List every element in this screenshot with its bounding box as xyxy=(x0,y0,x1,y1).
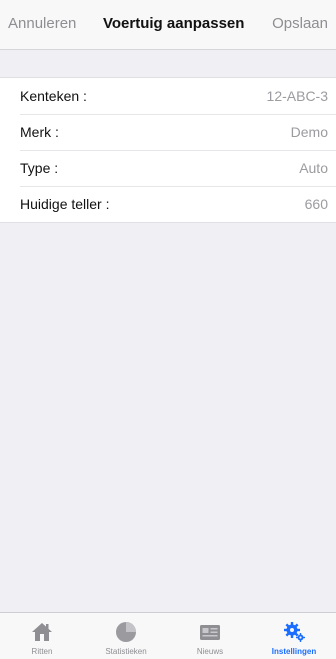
tab-bar: Ritten Statistieken Nieuws Instellingen xyxy=(0,612,336,659)
type-row[interactable]: Type : Auto xyxy=(0,150,336,186)
license-plate-row[interactable]: Kenteken : 12-ABC-3 xyxy=(0,78,336,114)
license-plate-field[interactable]: 12-ABC-3 xyxy=(87,88,328,104)
vehicle-form: Kenteken : 12-ABC-3 Merk : Demo Type : A… xyxy=(0,77,336,223)
odometer-label: Huidige teller : xyxy=(20,196,110,212)
tab-statistieken[interactable]: Statistieken xyxy=(84,613,168,659)
page-title: Voertuig aanpassen xyxy=(103,15,245,32)
tab-statistieken-label: Statistieken xyxy=(105,647,147,656)
tab-ritten-label: Ritten xyxy=(31,647,53,656)
tab-instellingen[interactable]: Instellingen xyxy=(252,613,336,659)
navigation-bar: Annuleren Voertuig aanpassen Opslaan xyxy=(0,0,336,50)
odometer-row[interactable]: Huidige teller : 660 xyxy=(0,186,336,222)
tab-nieuws-label: Nieuws xyxy=(196,647,224,656)
save-button[interactable]: Opslaan xyxy=(272,15,328,32)
type-label: Type : xyxy=(20,160,59,176)
tab-nieuws[interactable]: Nieuws xyxy=(168,613,252,659)
pie-chart-icon xyxy=(116,622,136,642)
type-field[interactable]: Auto xyxy=(58,160,328,176)
brand-row[interactable]: Merk : Demo xyxy=(0,114,336,150)
license-plate-label: Kenteken : xyxy=(20,88,87,104)
home-icon xyxy=(32,623,52,641)
brand-field[interactable]: Demo xyxy=(59,124,328,140)
cancel-button[interactable]: Annuleren xyxy=(8,15,76,32)
brand-label: Merk : xyxy=(20,124,59,140)
tab-instellingen-label: Instellingen xyxy=(271,647,317,656)
news-icon xyxy=(200,625,220,640)
gears-icon xyxy=(284,622,305,642)
odometer-field[interactable]: 660 xyxy=(110,196,328,212)
tab-ritten[interactable]: Ritten xyxy=(0,613,84,659)
